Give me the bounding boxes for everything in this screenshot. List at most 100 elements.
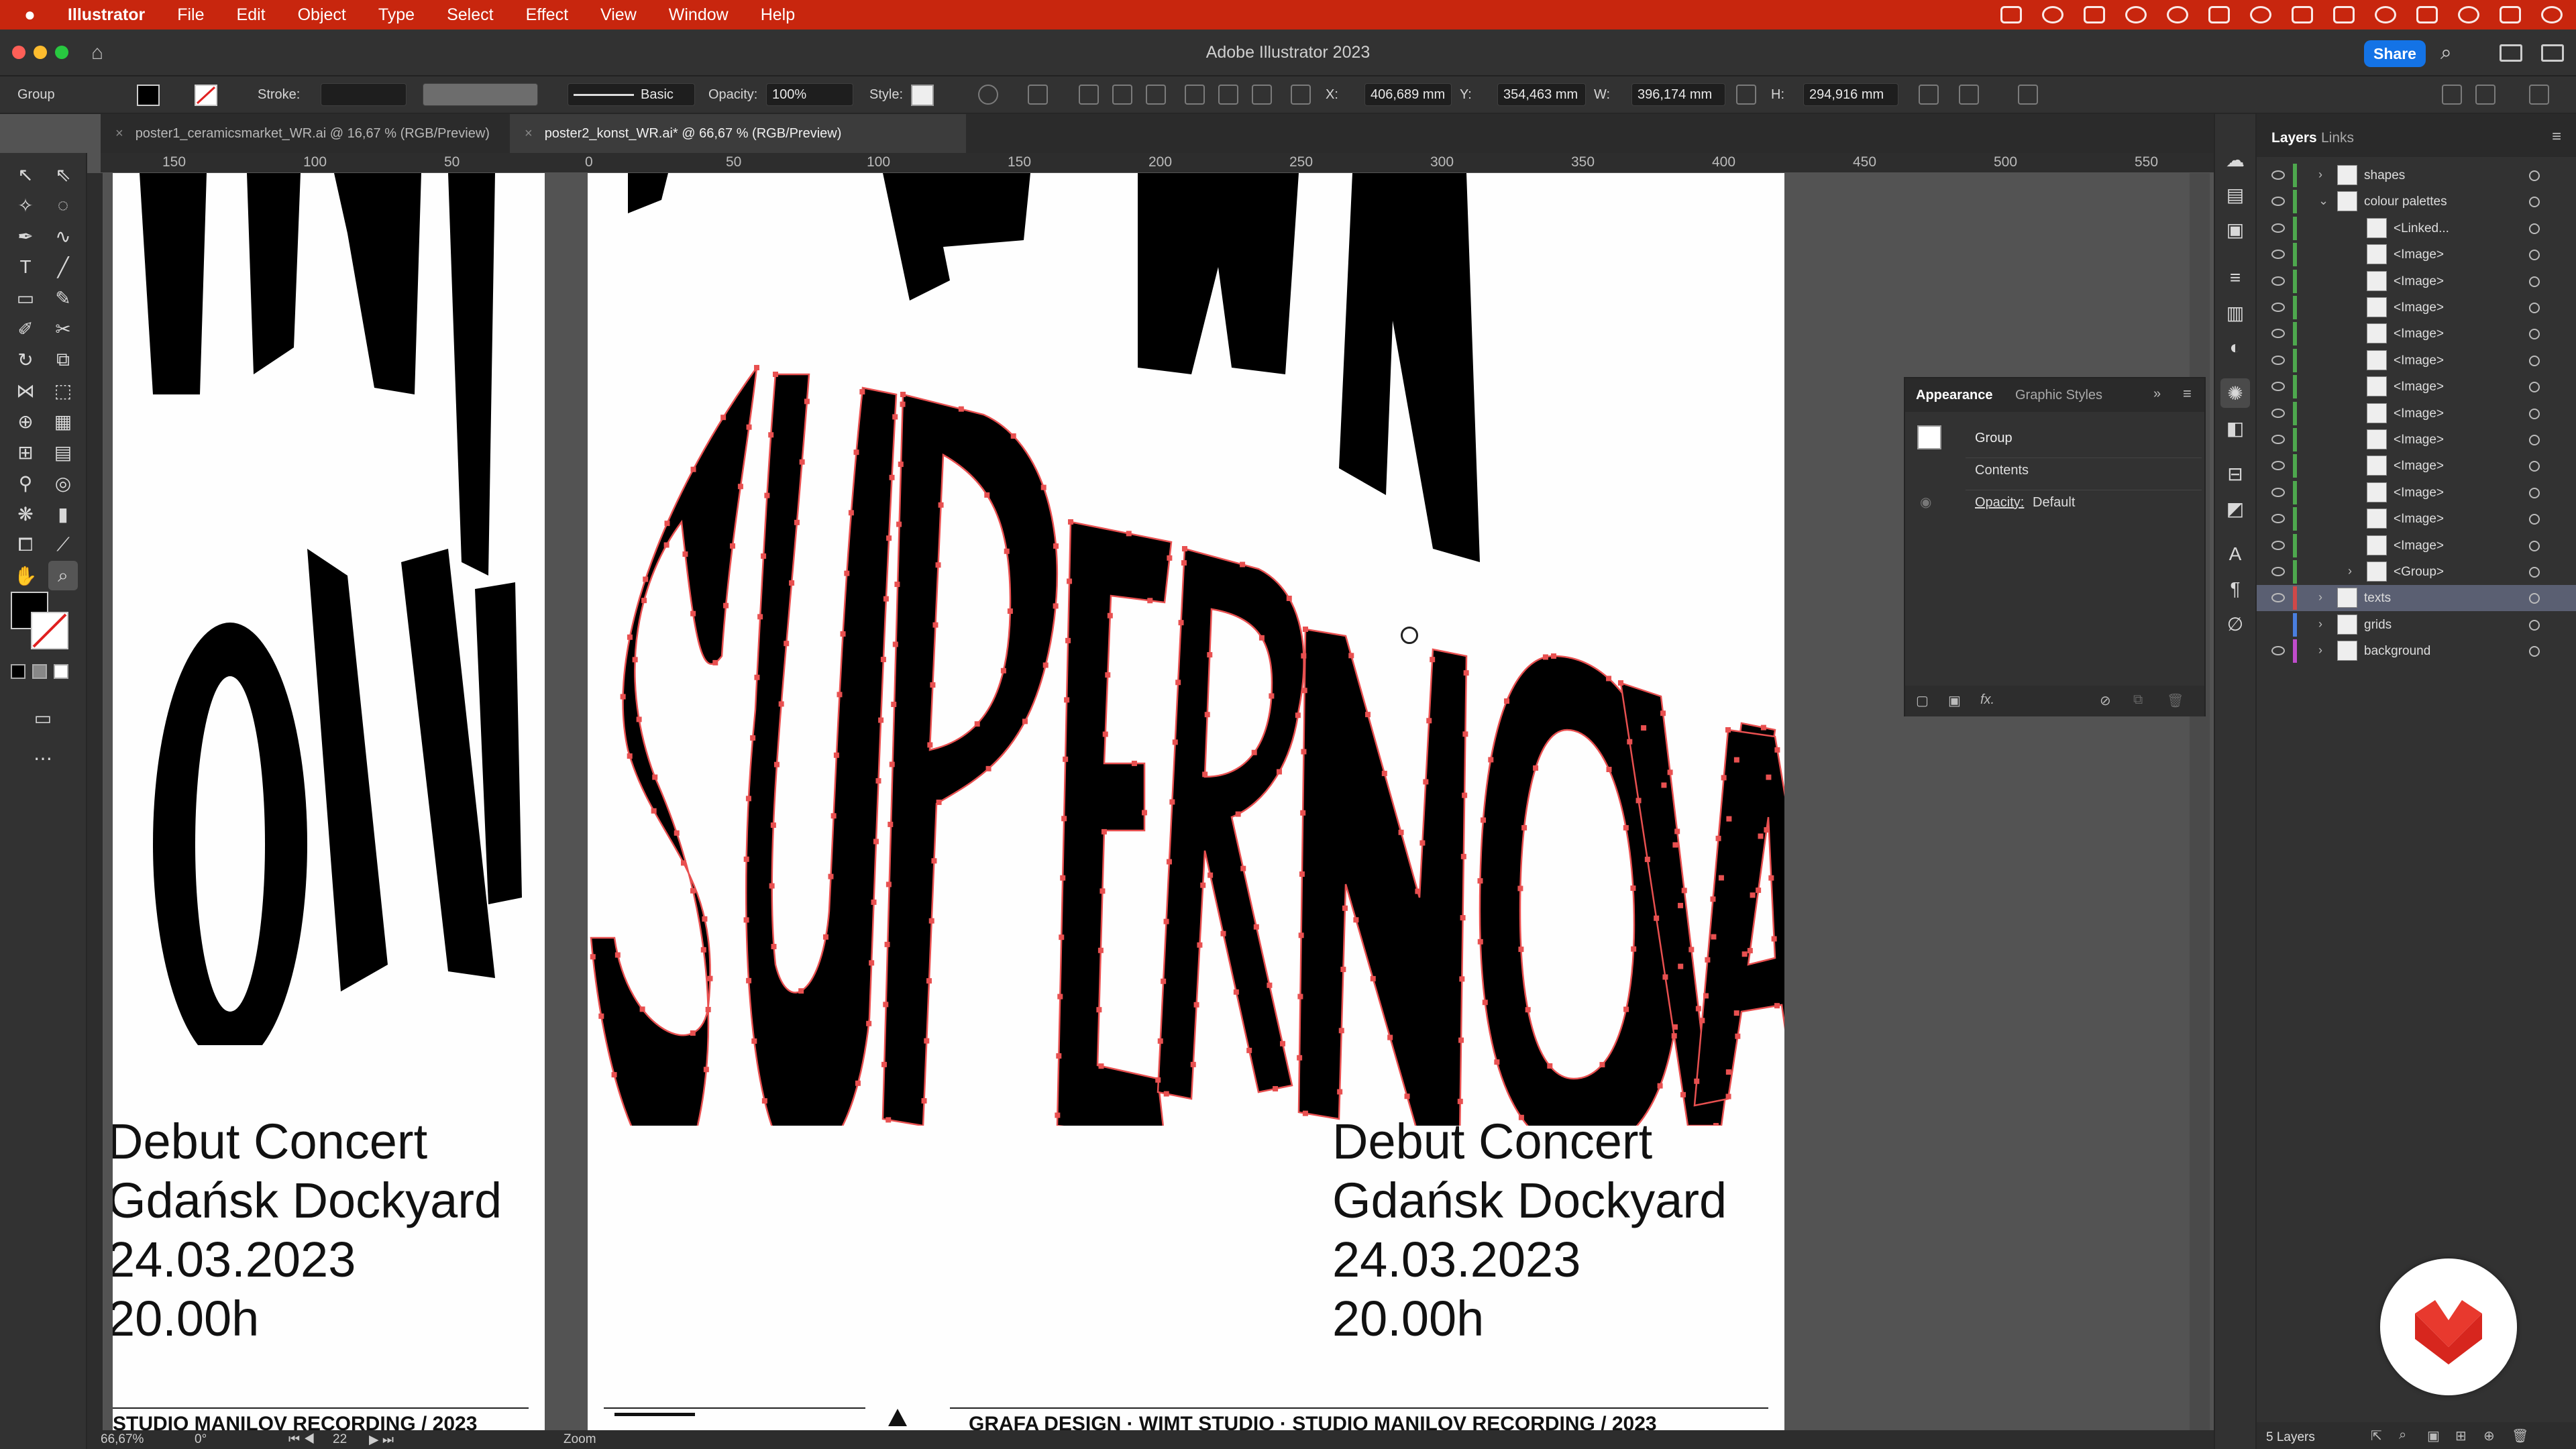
color-mode-icon[interactable] <box>11 664 25 679</box>
anchor-point[interactable] <box>1660 710 1666 716</box>
style-swatch[interactable] <box>911 85 934 106</box>
free-transform-icon[interactable]: ⬚ <box>48 376 78 405</box>
visibility-icon[interactable] <box>2271 223 2285 233</box>
anchor-point[interactable] <box>1718 875 1724 881</box>
tab-poster2[interactable]: × poster2_konst_WR.ai* @ 66,67 % (RGB/Pre… <box>510 114 966 153</box>
h-input[interactable]: 294,916 mm <box>1803 83 1898 106</box>
layer-row[interactable]: <Linked... <box>2257 215 2576 241</box>
align-left-icon[interactable] <box>1079 85 1099 105</box>
anchor-point[interactable] <box>1056 1053 1062 1059</box>
anchor-point[interactable] <box>1253 924 1259 930</box>
anchor-point[interactable] <box>627 753 633 759</box>
anchor-point[interactable] <box>1157 1038 1163 1044</box>
target-icon[interactable] <box>2529 514 2540 525</box>
blend-tool-icon[interactable]: ◎ <box>48 468 78 498</box>
anchor-point[interactable] <box>751 1038 757 1044</box>
anchor-point[interactable] <box>804 398 810 405</box>
add-stroke-icon[interactable]: ▢ <box>1916 692 1929 709</box>
anchor-point[interactable] <box>639 1006 645 1012</box>
sync-icon[interactable] <box>2042 6 2063 23</box>
anchor-point[interactable] <box>873 839 879 845</box>
anchor-point[interactable] <box>1756 888 1762 894</box>
anchor-point[interactable] <box>1147 598 1153 604</box>
zoom-tool-icon[interactable]: ⌕ <box>48 561 78 590</box>
anchor-point[interactable] <box>1430 657 1436 663</box>
anchor-point[interactable] <box>652 774 658 780</box>
anchor-point[interactable] <box>703 1067 709 1073</box>
anchor-point[interactable] <box>1750 892 1756 898</box>
anchor-point[interactable] <box>1415 888 1421 894</box>
layer-name[interactable]: <Image> <box>2394 539 2444 553</box>
menu-select[interactable]: Select <box>431 5 509 25</box>
anchor-point[interactable] <box>1273 1085 1279 1091</box>
arrange-docs-icon[interactable] <box>2442 85 2462 105</box>
scale-tool-icon[interactable]: ⧉ <box>48 345 78 374</box>
hand-tool-icon[interactable]: ✋ <box>11 561 40 590</box>
anchor-point[interactable] <box>723 602 729 608</box>
layer-name[interactable]: <Image> <box>2394 512 2444 527</box>
anchor-point[interactable] <box>746 977 752 983</box>
anchor-point[interactable] <box>1671 1033 1677 1039</box>
anchor-point[interactable] <box>1462 731 1468 737</box>
anchor-point[interactable] <box>761 1098 767 1104</box>
anchor-point[interactable] <box>1764 827 1770 833</box>
visibility-icon[interactable] <box>2271 461 2285 471</box>
anchor-point[interactable] <box>1258 635 1265 641</box>
layer-row[interactable]: › <Group> <box>2257 559 2576 585</box>
anchor-point[interactable] <box>894 582 900 588</box>
recolor-icon[interactable] <box>978 85 998 105</box>
anchor-point[interactable] <box>1661 782 1667 788</box>
anchor-point[interactable] <box>1462 792 1468 798</box>
disclosure-icon[interactable]: › <box>2318 590 2322 604</box>
anchor-point[interactable] <box>938 502 944 508</box>
layer-row[interactable]: <Image> <box>2257 506 2576 532</box>
anchor-point[interactable] <box>705 1006 711 1012</box>
anchor-point[interactable] <box>1276 769 1282 775</box>
anchor-point[interactable] <box>1370 975 1376 981</box>
gradient-mode-icon[interactable] <box>32 664 47 679</box>
layer-row[interactable]: › background <box>2257 638 2576 664</box>
stroke-panel-icon[interactable]: ≡ <box>2220 263 2250 292</box>
anchor-point[interactable] <box>1126 531 1132 537</box>
delete-icon[interactable]: 🗑 <box>2512 1428 2528 1444</box>
anchor-point[interactable] <box>828 873 834 879</box>
anchor-point[interactable] <box>1060 875 1066 881</box>
anchor-point[interactable] <box>1678 963 1684 969</box>
anchor-point[interactable] <box>936 799 942 805</box>
anchor-point[interactable] <box>1178 620 1184 626</box>
cc-icon[interactable] <box>2125 6 2147 23</box>
anchor-point[interactable] <box>598 1013 604 1019</box>
tab-appearance[interactable]: Appearance <box>1916 388 1993 403</box>
anchor-point[interactable] <box>690 888 696 894</box>
target-icon[interactable] <box>2529 250 2540 261</box>
layer-name[interactable]: <Image> <box>2394 459 2444 474</box>
anchor-point[interactable] <box>1758 833 1764 839</box>
layer-name[interactable]: <Image> <box>2394 433 2444 447</box>
layer-name[interactable]: shapes <box>2364 168 2405 183</box>
transform-icon[interactable] <box>1919 85 1939 105</box>
anchor-point[interactable] <box>1606 767 1612 773</box>
layer-row[interactable]: › texts <box>2257 585 2576 612</box>
anchor-point[interactable] <box>958 406 964 412</box>
anchor-point[interactable] <box>1404 1093 1410 1099</box>
visibility-icon[interactable] <box>2271 540 2285 550</box>
anchor-point[interactable] <box>1175 680 1181 686</box>
anchor-point[interactable] <box>1200 882 1206 888</box>
users-icon[interactable] <box>2208 6 2230 23</box>
layer-name[interactable]: texts <box>2364 591 2391 606</box>
anchor-point[interactable] <box>1525 1007 1531 1013</box>
rotation-value[interactable]: 0° <box>195 1432 207 1447</box>
target-icon[interactable] <box>2529 276 2540 287</box>
anchor-point[interactable] <box>663 542 669 548</box>
anchor-point[interactable] <box>1167 555 1173 561</box>
anchor-point[interactable] <box>1042 662 1049 668</box>
anchor-point[interactable] <box>690 610 696 616</box>
visibility-icon[interactable] <box>2271 250 2285 260</box>
anchor-point[interactable] <box>761 553 767 559</box>
anchor-point[interactable] <box>1161 978 1167 984</box>
anchor-point[interactable] <box>1337 1089 1343 1095</box>
anchor-point[interactable] <box>896 521 902 527</box>
anchor-point[interactable] <box>884 941 890 947</box>
anchor-point[interactable] <box>1065 637 1071 643</box>
anchor-point[interactable] <box>885 1117 892 1123</box>
